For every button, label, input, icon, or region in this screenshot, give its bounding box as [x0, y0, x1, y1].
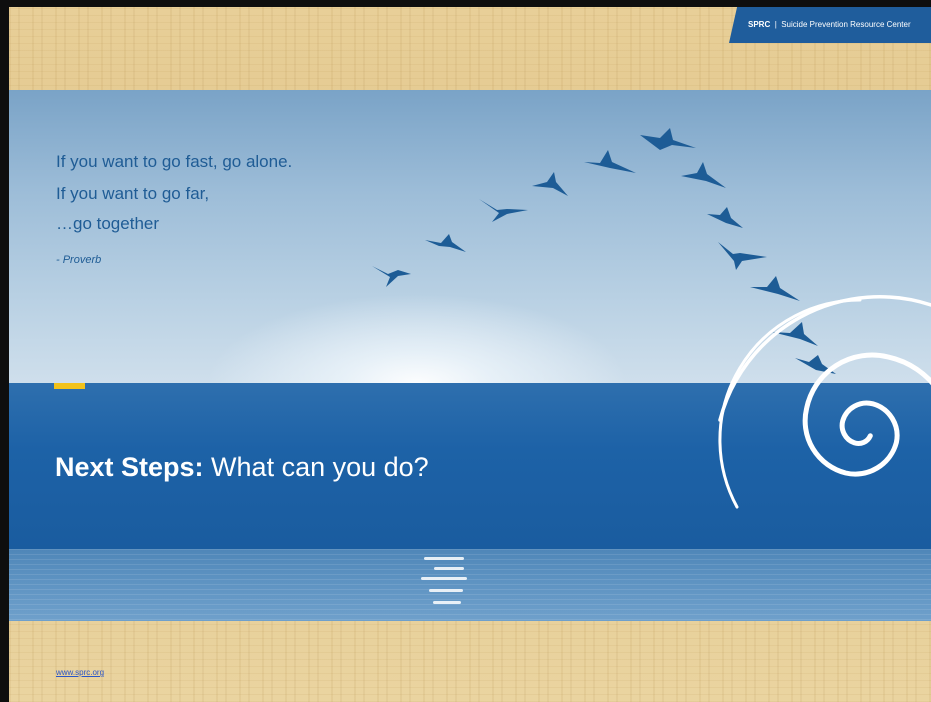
slide-title-bold: Next Steps:: [55, 452, 204, 482]
spiral-logo-icon: [802, 352, 931, 477]
title-accent-bar: [54, 383, 85, 389]
slide-title-rest: What can you do?: [203, 452, 429, 482]
spiral-outer-arc: [718, 298, 862, 509]
quote-line-2: If you want to go far,: [56, 184, 210, 203]
quote-attribution: - Proverb: [56, 254, 102, 266]
quote-line-3: …go together: [56, 214, 160, 233]
footer-url-link[interactable]: www.sprc.org: [56, 668, 104, 677]
slide: SPRC | Suicide Prevention Resource Cente…: [0, 0, 931, 702]
slide-title: Next Steps: What can you do?: [55, 452, 429, 483]
quote-line-1: If you want to go fast, go alone.: [56, 152, 293, 171]
imagery-overlay: [372, 128, 931, 509]
